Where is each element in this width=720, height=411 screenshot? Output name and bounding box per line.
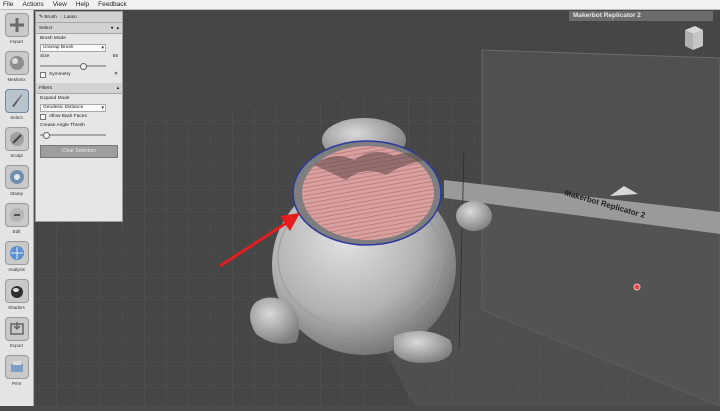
brush-mode-row: Unwrap Brush xyxy=(36,43,122,52)
select-tool-panel: ✎ Brush ◌ Lasso Select ● ▴ Brush Mode Un… xyxy=(35,11,123,222)
back-faces-label: Allow Back Faces xyxy=(49,114,87,119)
tool-label: Shaders xyxy=(8,305,25,310)
plus-icon xyxy=(4,13,29,37)
filters-section-title: Filters xyxy=(39,85,53,91)
brush-mode-dropdown[interactable]: Unwrap Brush xyxy=(40,43,106,52)
printer-title-bar[interactable]: Makerbot Replicator 2 xyxy=(569,11,713,21)
brush-mode-label: Brush Mode xyxy=(40,36,66,41)
select-section-header[interactable]: Select ● ▴ xyxy=(36,23,122,34)
expand-mode-label: Expand Mode xyxy=(40,96,70,101)
tool-sculpt[interactable]: Sculpt xyxy=(2,126,31,162)
tool-shaders[interactable]: Shaders xyxy=(2,278,31,314)
analysis-icon xyxy=(4,241,29,265)
scene-svg: Makerbot Replicator 2 xyxy=(0,10,720,407)
tool-label: Stamp xyxy=(9,191,23,196)
stamp-icon xyxy=(4,165,29,189)
brush-mode-value: Unwrap Brush xyxy=(43,44,74,50)
tool-print[interactable]: Print xyxy=(2,354,31,390)
meshmix-icon xyxy=(4,51,29,75)
tab-brush[interactable]: ✎ Brush xyxy=(39,15,57,20)
print-icon xyxy=(4,355,29,379)
export-icon xyxy=(4,317,29,341)
tab-lasso[interactable]: ◌ Lasso xyxy=(60,15,77,20)
tool-label: Analysis xyxy=(8,267,25,272)
tool-import[interactable]: Import xyxy=(2,12,31,48)
tab-lasso-label: Lasso xyxy=(64,14,77,20)
expand-mode-dropdown[interactable]: Geodesic Distance xyxy=(40,103,106,112)
tool-label: Meshmix xyxy=(7,77,26,82)
symmetry-axis-icon[interactable]: ✕ xyxy=(114,72,118,77)
size-slider[interactable] xyxy=(40,62,106,70)
tool-select[interactable]: Select xyxy=(2,88,31,124)
back-faces-row: Allow Back Faces xyxy=(36,112,122,121)
brush-icon xyxy=(4,127,29,151)
symmetry-checkbox[interactable] xyxy=(40,71,46,78)
brush-mode-label-row: Brush Mode xyxy=(36,34,122,43)
size-slider-handle[interactable] xyxy=(79,62,87,70)
size-value[interactable]: 55 xyxy=(113,54,118,59)
cursor-icon xyxy=(4,89,29,113)
help-icon[interactable]: ● xyxy=(111,26,114,31)
size-label: Size xyxy=(40,54,50,59)
edit-icon xyxy=(4,203,29,227)
tool-label: Import xyxy=(10,39,23,44)
crease-label: Crease Angle Thresh xyxy=(40,123,85,128)
tool-sidebar: Import Meshmix Select Sculpt Stamp Edit … xyxy=(0,10,34,406)
filters-section-header[interactable]: Filters ▴ xyxy=(36,83,122,94)
menu-actions[interactable]: Actions xyxy=(22,0,43,9)
tool-analysis[interactable]: Analysis xyxy=(2,240,31,276)
tool-label: Sculpt xyxy=(10,153,23,158)
crease-slider-handle[interactable] xyxy=(43,131,51,139)
back-faces-checkbox[interactable] xyxy=(40,113,46,120)
collapse-icon[interactable]: ▴ xyxy=(117,26,119,31)
pivot-point[interactable] xyxy=(633,283,641,291)
view-cube[interactable] xyxy=(681,24,705,52)
tool-label: Select xyxy=(10,115,23,120)
menu-file[interactable]: File xyxy=(3,0,13,9)
select-section-title: Select xyxy=(39,25,53,31)
3d-viewport[interactable]: Makerbot Replicator 2 xyxy=(0,10,720,407)
symmetry-label: Symmetry xyxy=(49,72,71,77)
tool-label: Edit xyxy=(12,229,21,234)
crease-slider-row xyxy=(36,130,122,139)
tool-label: Print xyxy=(11,381,22,386)
expand-mode-label-row: Expand Mode xyxy=(36,94,122,103)
expand-mode-value: Geodesic Distance xyxy=(43,104,84,110)
tool-stamp[interactable]: Stamp xyxy=(2,164,31,200)
panel-tabs: ✎ Brush ◌ Lasso xyxy=(36,12,122,23)
size-row: Size 55 xyxy=(36,52,122,61)
size-slider-row xyxy=(36,61,122,70)
clear-selection-button[interactable]: Clear Selection xyxy=(40,145,118,158)
crease-row: Crease Angle Thresh xyxy=(36,121,122,130)
menu-feedback[interactable]: Feedback xyxy=(98,0,127,9)
tool-meshmix[interactable]: Meshmix xyxy=(2,50,31,86)
symmetry-row: Symmetry ✕ xyxy=(36,70,122,79)
expand-mode-row: Geodesic Distance xyxy=(36,103,122,112)
menu-bar: File Actions View Help Feedback xyxy=(0,0,720,10)
shaders-icon xyxy=(4,279,29,303)
tool-export[interactable]: Export xyxy=(2,316,31,352)
tool-edit[interactable]: Edit xyxy=(2,202,31,238)
crease-slider[interactable] xyxy=(40,131,106,139)
menu-view[interactable]: View xyxy=(53,0,67,9)
tab-brush-label: Brush xyxy=(44,14,57,20)
tool-label: Export xyxy=(9,343,23,348)
collapse-icon[interactable]: ▴ xyxy=(117,86,119,91)
menu-help[interactable]: Help xyxy=(76,0,89,9)
